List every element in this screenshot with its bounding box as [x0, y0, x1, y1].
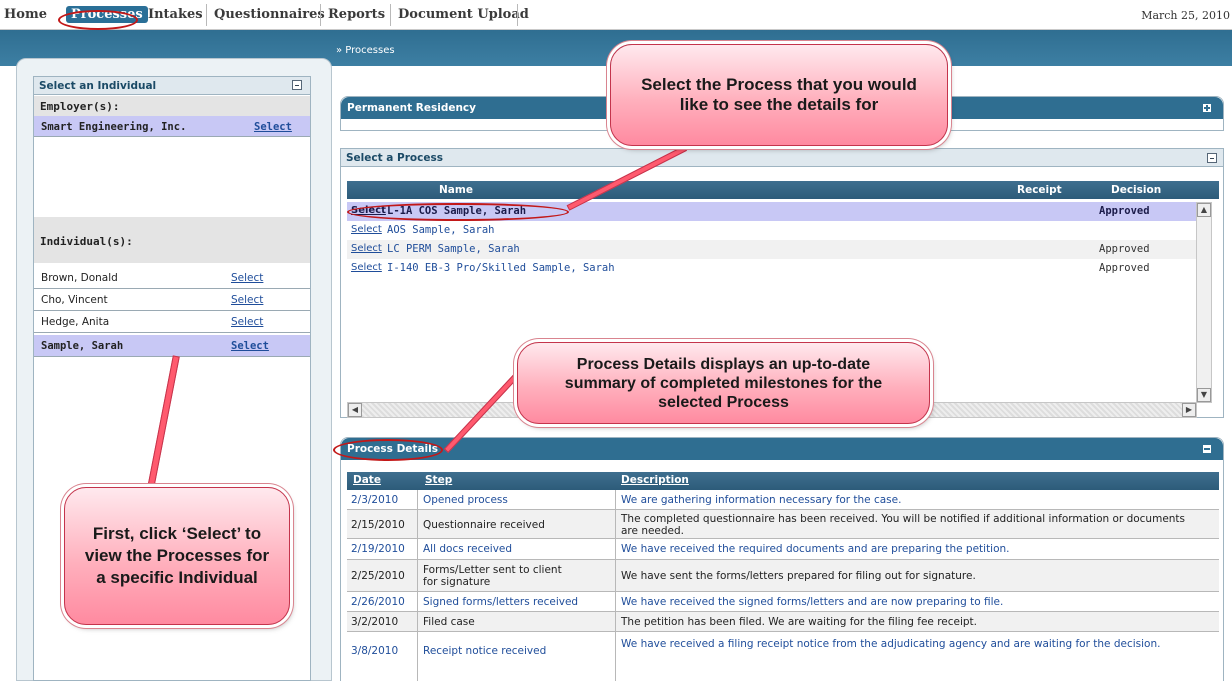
process-decision: Approved	[1099, 243, 1150, 255]
employer-name: Smart Engineering, Inc.	[41, 121, 187, 133]
individual-select-link[interactable]: Select	[231, 340, 269, 352]
detail-date: 3/2/2010	[351, 616, 399, 628]
individual-name: Cho, Vincent	[41, 294, 108, 306]
scroll-up-icon[interactable]: ▲	[1197, 203, 1211, 217]
breadcrumb[interactable]: » Processes	[336, 45, 395, 56]
nav-divider	[517, 4, 518, 26]
detail-step: Receipt notice received	[423, 645, 547, 657]
process-details-header: Process Details	[341, 438, 1223, 460]
vertical-scrollbar[interactable]: ▲ ▼	[1196, 202, 1212, 403]
detail-date: 3/8/2010	[351, 645, 399, 657]
individual-name: Sample, Sarah	[41, 340, 124, 352]
nav-document-upload[interactable]: Document Upload	[398, 7, 529, 22]
highlight-oval	[347, 203, 569, 221]
column-description[interactable]: Description	[621, 474, 689, 486]
detail-date: 2/25/2010	[351, 570, 405, 582]
detail-date: 2/3/2010	[351, 494, 399, 506]
detail-description: The petition has been filed. We are wait…	[621, 616, 978, 628]
list-item[interactable]: Cho, Vincent Select	[34, 289, 310, 311]
individual-name: Brown, Donald	[41, 272, 118, 284]
nav-reports[interactable]: Reports	[328, 7, 385, 22]
callout-select-process: Select the Process that you would like t…	[610, 44, 948, 146]
column-date[interactable]: Date	[353, 474, 381, 486]
detail-step: Filed case	[423, 616, 475, 628]
detail-step: Signed forms/letters received	[423, 596, 579, 608]
table-row: 2/19/2010 All docs received We have rece…	[347, 539, 1219, 560]
individual-select-link[interactable]: Select	[231, 316, 263, 328]
table-row: 3/8/2010 Receipt notice received We have…	[347, 632, 1219, 681]
process-select-link[interactable]: Select	[351, 262, 382, 273]
column-step[interactable]: Step	[425, 474, 452, 486]
expand-icon[interactable]	[1203, 104, 1211, 112]
detail-date: 2/15/2010	[351, 519, 405, 531]
individual-panel-title: Select an Individual	[39, 80, 157, 92]
current-date: March 25, 2010	[1141, 9, 1230, 22]
employers-label: Employer(s):	[34, 96, 310, 116]
individual-select-link[interactable]: Select	[231, 272, 263, 284]
process-select-link[interactable]: Select	[351, 224, 382, 235]
scroll-right-icon[interactable]: ▶	[1182, 403, 1196, 417]
highlight-oval	[333, 439, 443, 461]
table-row: 2/3/2010 Opened process We are gathering…	[347, 490, 1219, 510]
table-row: 3/2/2010 Filed case The petition has bee…	[347, 612, 1219, 632]
individual-name: Hedge, Anita	[41, 316, 110, 328]
process-name: I-140 EB-3 Pro/Skilled Sample, Sarah	[387, 262, 615, 274]
detail-date: 2/26/2010	[351, 596, 405, 608]
list-item[interactable]: Hedge, Anita Select	[34, 311, 310, 333]
scroll-left-icon[interactable]: ◀	[348, 403, 362, 417]
table-row[interactable]: Select AOS Sample, Sarah	[347, 221, 1197, 240]
process-name: AOS Sample, Sarah	[387, 224, 495, 236]
detail-description: We are gathering information necessary f…	[621, 494, 902, 506]
process-decision: Approved	[1099, 205, 1150, 217]
detail-step: Forms/Letter sent to client for signatur…	[423, 564, 562, 588]
collapse-icon[interactable]	[292, 80, 302, 90]
detail-description: The completed questionnaire has been rec…	[621, 513, 1186, 537]
callout-process-details: Process Details displays an up-to-date s…	[517, 342, 930, 424]
table-row: 2/15/2010 Questionnaire received The com…	[347, 510, 1219, 539]
detail-step: All docs received	[423, 543, 513, 555]
nav-questionnaires[interactable]: Questionnaires	[214, 7, 325, 22]
table-row: 2/26/2010 Signed forms/letters received …	[347, 592, 1219, 612]
select-process-title: Select a Process	[346, 152, 443, 164]
callout-first-click: First, click ‘Select’ to view the Proces…	[64, 487, 290, 625]
individual-panel-header: Select an Individual	[34, 77, 310, 95]
detail-description: We have received the signed forms/letter…	[621, 596, 1004, 608]
scroll-down-icon[interactable]: ▼	[1197, 388, 1211, 402]
process-table-header: Name Receipt Decision	[347, 181, 1219, 199]
table-row[interactable]: Select I-140 EB-3 Pro/Skilled Sample, Sa…	[347, 259, 1197, 278]
employer-row[interactable]: Smart Engineering, Inc. Select	[34, 116, 310, 137]
select-process-header: Select a Process	[341, 149, 1223, 167]
details-table-header: Date Step Description	[347, 472, 1219, 490]
detail-step: Questionnaire received	[423, 519, 545, 531]
collapse-icon[interactable]	[1203, 445, 1211, 453]
column-name[interactable]: Name	[439, 184, 473, 196]
detail-description: We have sent the forms/letters prepared …	[621, 570, 976, 582]
nav-divider	[320, 4, 321, 26]
detail-date: 2/19/2010	[351, 543, 405, 555]
top-navigation: Home Processes Intakes Questionnaires Re…	[0, 0, 1232, 30]
individual-select-link[interactable]: Select	[231, 294, 263, 306]
nav-divider	[390, 4, 391, 26]
highlight-oval	[58, 10, 138, 30]
table-row[interactable]: Select LC PERM Sample, Sarah Approved	[347, 240, 1197, 259]
nav-divider	[206, 4, 207, 26]
process-decision: Approved	[1099, 262, 1150, 274]
column-decision[interactable]: Decision	[1111, 184, 1161, 196]
process-name: LC PERM Sample, Sarah	[387, 243, 520, 255]
permanent-residency-title: Permanent Residency	[347, 102, 477, 114]
nav-home[interactable]: Home	[4, 7, 47, 22]
process-select-link[interactable]: Select	[351, 243, 382, 254]
employer-select-link[interactable]: Select	[254, 121, 292, 133]
collapse-icon[interactable]	[1207, 153, 1217, 163]
detail-step: Opened process	[423, 494, 508, 506]
list-item-selected[interactable]: Sample, Sarah Select	[34, 335, 310, 357]
table-row: 2/25/2010 Forms/Letter sent to client fo…	[347, 560, 1219, 592]
detail-description: We have received a filing receipt notice…	[621, 638, 1161, 650]
detail-description: We have received the required documents …	[621, 543, 1010, 555]
process-details-panel: Process Details Date Step Description 2/…	[340, 437, 1224, 681]
column-receipt[interactable]: Receipt	[1017, 184, 1062, 196]
list-item[interactable]: Brown, Donald Select	[34, 267, 310, 289]
nav-intakes[interactable]: Intakes	[148, 7, 203, 22]
individuals-label: Individual(s):	[34, 217, 310, 263]
